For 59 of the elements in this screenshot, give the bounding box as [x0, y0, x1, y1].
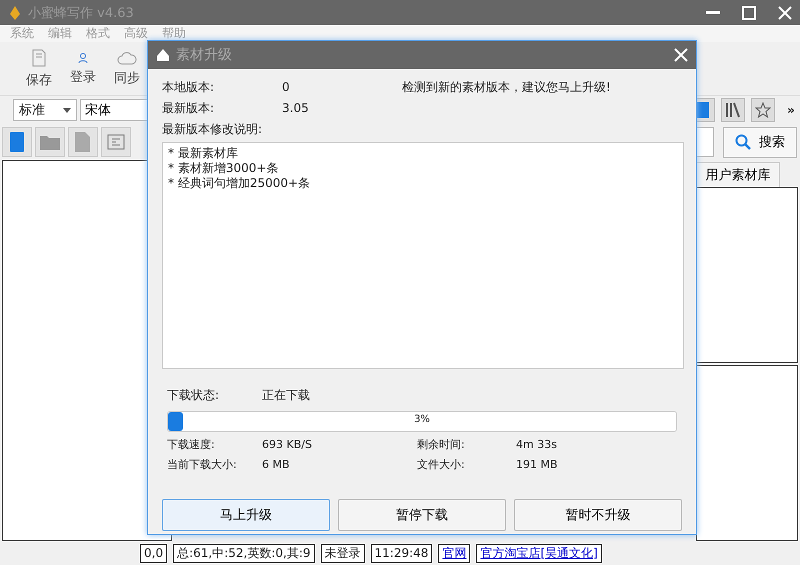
status-link[interactable]: 官方淘宝店[昊通文化]: [476, 544, 602, 562]
status-link[interactable]: 官网: [438, 544, 470, 562]
toolbar-button[interactable]: 同步: [108, 50, 146, 86]
close-icon[interactable]: [778, 6, 792, 20]
caret-icon: [63, 108, 71, 112]
local-version: 0: [282, 79, 291, 96]
latest-version: 3.05: [282, 100, 310, 117]
favorite-button[interactable]: [751, 98, 775, 122]
star-icon: [755, 102, 771, 118]
progress-reading: 3%: [413, 414, 431, 425]
stat-label: 下载速度:: [167, 437, 216, 453]
note-line: * 素材新增3000+条: [168, 161, 280, 176]
stat-label: 剩余时间:: [417, 437, 466, 453]
folder-button[interactable]: [35, 127, 65, 157]
stat-value: 4m 33s: [516, 437, 558, 453]
close-icon: [674, 48, 688, 62]
download-status: 正在下载: [262, 387, 311, 404]
stat-label: 当前下载大小:: [167, 457, 238, 473]
user-icon: [78, 52, 88, 64]
dialog-button[interactable]: 马上升级: [162, 499, 330, 531]
style-dropdown[interactable]: 标准: [13, 99, 77, 121]
stat-value: 6 MB: [262, 457, 291, 473]
cloud-icon: [117, 50, 137, 64]
toolbar-button[interactable]: 保存: [20, 48, 58, 88]
field-label: 本地版本:: [162, 79, 216, 96]
status-field: 未登录: [320, 544, 365, 562]
stat-value: 693 KB/S: [262, 437, 313, 453]
tab[interactable]: 用户素材库: [696, 162, 780, 187]
toolbar-button[interactable]: 登录: [64, 52, 102, 86]
field-label: 最新版本修改说明:: [162, 121, 264, 138]
book-button[interactable]: [2, 127, 32, 157]
books-icon: [725, 102, 741, 118]
dialog-button[interactable]: 暂时不升级: [514, 499, 682, 531]
field-label: 下载状态:: [167, 387, 220, 404]
upgrade-notice: 检测到新的素材版本，建议您马上升级!: [402, 79, 612, 96]
status-field: 总:61,中:52,英数:0,其:9: [173, 544, 315, 562]
book-icon: [10, 132, 24, 152]
outline-icon: [107, 134, 125, 150]
outline-button[interactable]: [101, 127, 131, 157]
dialog-title: 素材升级: [176, 46, 232, 64]
document-icon: [74, 132, 92, 152]
stat-label: 文件大小:: [417, 457, 466, 473]
house-icon: [156, 48, 170, 62]
close-button[interactable]: [674, 48, 688, 62]
maximize-icon[interactable]: [742, 6, 756, 20]
status-field: 0,0: [140, 544, 168, 562]
more-button[interactable]: »: [782, 103, 800, 117]
search-icon: [735, 134, 751, 150]
dialog-button[interactable]: 暂停下载: [338, 499, 506, 531]
note-line: * 经典词句增加25000+条: [168, 176, 312, 191]
stat-value: 191 MB: [516, 457, 559, 473]
note-line: * 最新素材库: [168, 146, 239, 161]
folder-icon: [40, 134, 60, 150]
bee-icon: [8, 4, 22, 20]
library-button[interactable]: [721, 98, 745, 122]
book-icon: [697, 102, 709, 118]
status-field: 11:29:48: [370, 544, 432, 562]
search-button[interactable]: 搜索: [723, 126, 797, 158]
document-icon: [31, 48, 47, 66]
